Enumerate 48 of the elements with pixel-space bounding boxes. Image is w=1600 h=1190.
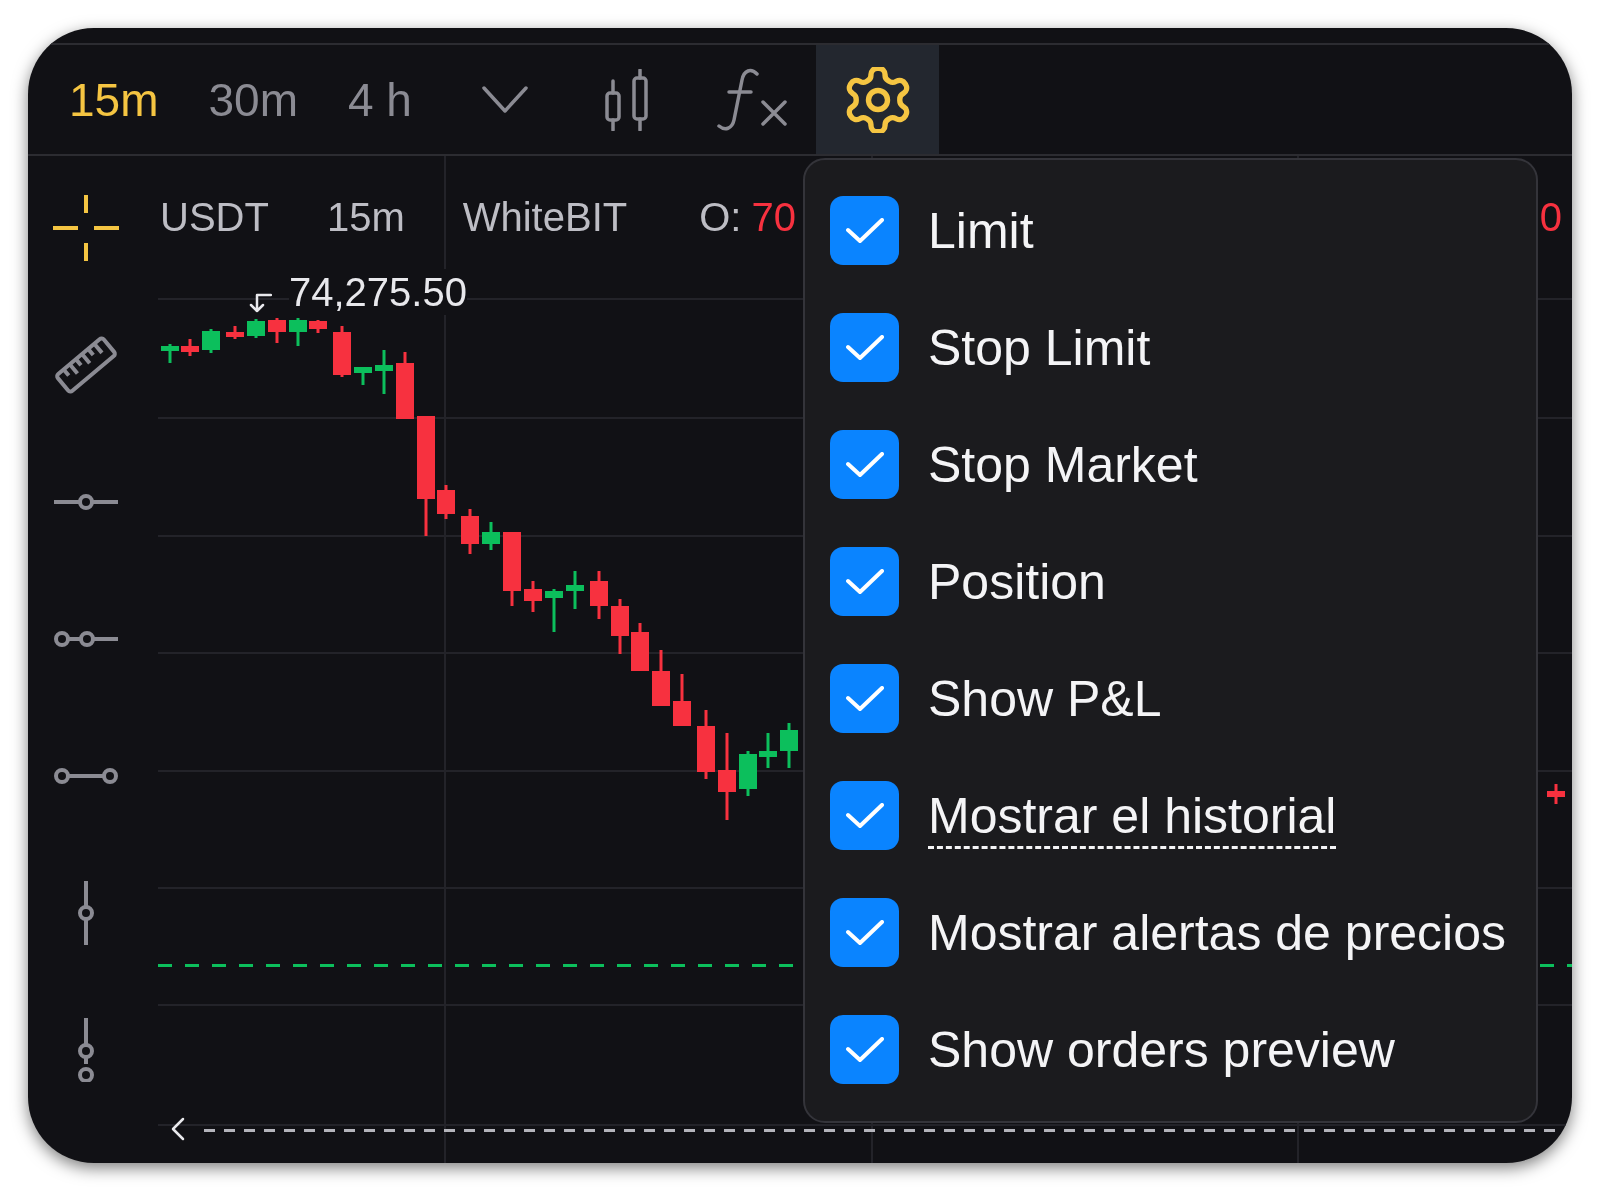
checkbox-label[interactable]: Position bbox=[928, 542, 1106, 621]
checkbox-label[interactable]: Mostrar el historial bbox=[928, 776, 1337, 855]
symbol-label: USDT bbox=[160, 194, 269, 241]
candlestick-chart bbox=[1547, 784, 1565, 804]
checkbox[interactable] bbox=[830, 430, 899, 499]
checkbox-label[interactable]: Limit bbox=[928, 191, 1034, 270]
settings-button[interactable] bbox=[816, 45, 939, 154]
interval-label: 15m bbox=[326, 194, 405, 241]
timeframe-tab[interactable]: 30m bbox=[208, 72, 298, 127]
vertical-line-points-icon[interactable] bbox=[78, 1017, 94, 1082]
horizontal-line-points-icon[interactable] bbox=[54, 630, 118, 647]
checkbox-label[interactable]: Show P&L bbox=[928, 659, 1162, 738]
checkmark-icon bbox=[845, 568, 884, 595]
line-segment-icon[interactable] bbox=[54, 767, 118, 784]
timeframe-tab[interactable]: 4 h bbox=[347, 72, 412, 127]
corner-arrow-icon bbox=[248, 293, 272, 313]
checkmark-icon bbox=[845, 1036, 884, 1063]
checkbox-label[interactable]: Stop Limit bbox=[928, 308, 1151, 387]
checkmark-icon bbox=[845, 451, 884, 478]
fx-icon[interactable] bbox=[717, 68, 788, 131]
price-value-fragment: 0 bbox=[1539, 194, 1562, 241]
exchange-label: WhiteBIT bbox=[462, 194, 628, 241]
checkbox[interactable] bbox=[830, 664, 899, 733]
crosshair-icon[interactable] bbox=[53, 194, 119, 261]
checkbox[interactable] bbox=[830, 781, 899, 850]
checkbox[interactable] bbox=[830, 898, 899, 967]
checkbox[interactable] bbox=[830, 547, 899, 616]
horizontal-line-icon[interactable] bbox=[54, 493, 118, 510]
open-price-value: 70 bbox=[751, 194, 796, 241]
checkbox-label[interactable]: Show orders preview bbox=[928, 1010, 1395, 1089]
checkmark-icon bbox=[845, 217, 884, 244]
checkbox-label[interactable]: Mostrar alertas de precios bbox=[928, 893, 1506, 972]
open-price-label: O: bbox=[699, 194, 742, 241]
settings-icon bbox=[844, 66, 911, 133]
checkbox-label[interactable]: Stop Market bbox=[928, 425, 1198, 504]
checkbox[interactable] bbox=[830, 196, 899, 265]
checkmark-icon bbox=[845, 802, 884, 829]
high-price-label: 74,275.50 bbox=[289, 269, 467, 315]
vertical-line-icon[interactable] bbox=[78, 880, 94, 945]
checkmark-icon bbox=[845, 685, 884, 712]
timeframe-tab[interactable]: 15m bbox=[69, 72, 159, 127]
chevron-left-icon[interactable] bbox=[171, 1117, 185, 1141]
checkmark-icon bbox=[845, 919, 884, 946]
checkbox[interactable] bbox=[830, 313, 899, 382]
price-level-line bbox=[1540, 964, 1572, 967]
checkmark-icon bbox=[845, 334, 884, 361]
checkbox[interactable] bbox=[830, 1015, 899, 1084]
chevron-down-icon[interactable] bbox=[482, 86, 528, 113]
